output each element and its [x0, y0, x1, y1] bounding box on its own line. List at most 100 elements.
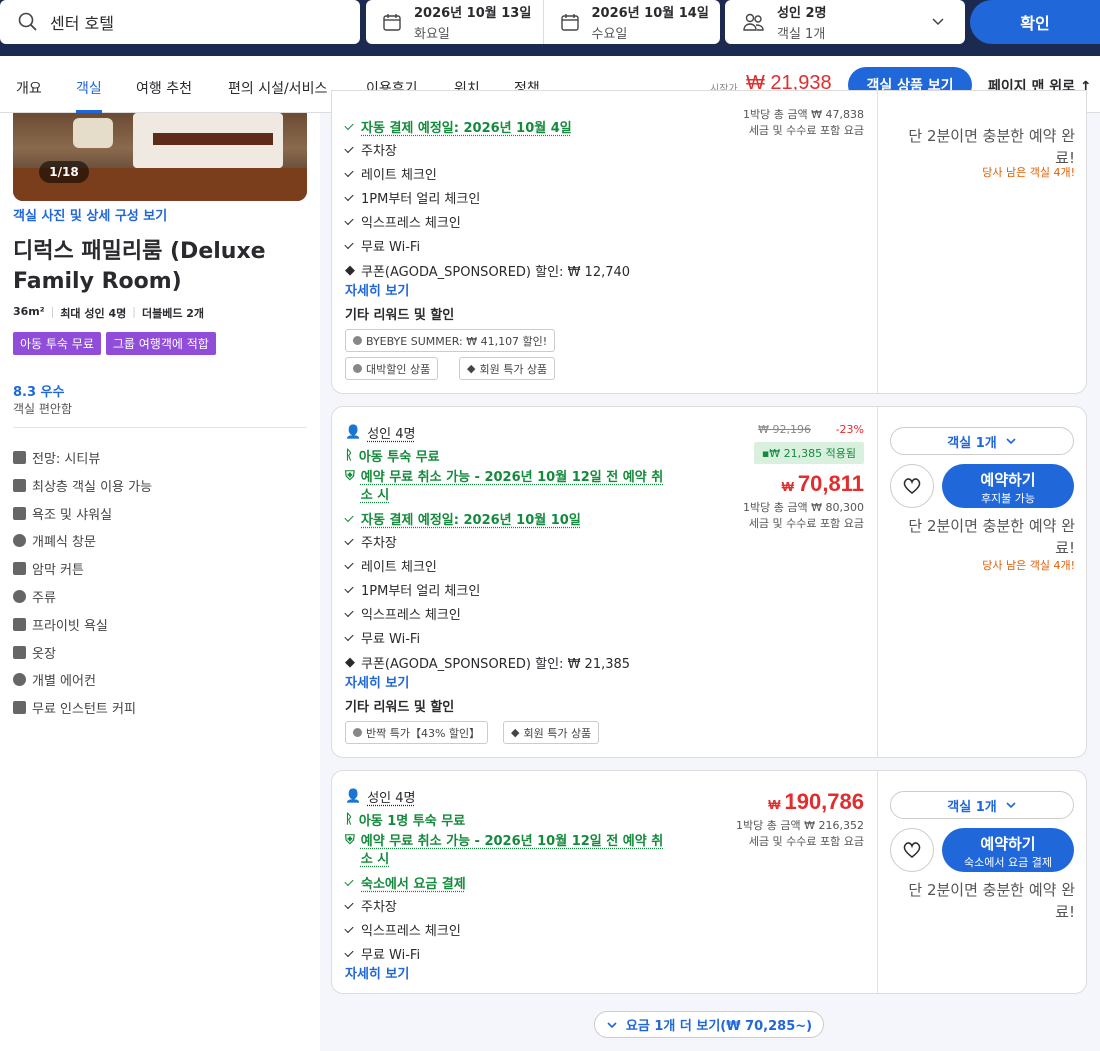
- checkin-date[interactable]: 2026년 10월 13일 화요일: [366, 0, 543, 44]
- tag-kids-free: 아동 투숙 무료: [13, 332, 101, 355]
- chevron-down-icon: [1006, 802, 1016, 809]
- amenity-item: 암막 커튼: [13, 559, 84, 578]
- free-cancellation: ⛨ 예약 무료 취소 가능 - 2026년 10월 12일 전 예약 취소 시: [345, 833, 664, 867]
- tag-icon: ◆: [511, 726, 520, 739]
- amenity-item: 개폐식 창문: [13, 531, 96, 550]
- feature-item: 레이트 체크인: [344, 556, 437, 575]
- promo-chip: 반짝 특가【43% 할인】: [345, 721, 489, 744]
- shower-icon: [13, 618, 26, 631]
- tab-overview[interactable]: 개요: [16, 56, 42, 113]
- heart-icon: [903, 842, 921, 858]
- calendar-icon: [383, 14, 401, 31]
- room-size: 36m²: [13, 305, 45, 318]
- amenity-item: 전망: 시티뷰: [13, 448, 100, 467]
- room-tags: 아동 투숙 무료 그룹 여행객에 적합: [13, 332, 216, 355]
- price-details: 1박당 총 금액 ₩ 47,838 세금 및 수수료 포함 요금: [743, 108, 864, 137]
- tab-rooms[interactable]: 객실: [76, 56, 102, 113]
- promo-header: 기타 리워드 및 할인: [345, 308, 455, 323]
- chevron-down-icon: [932, 18, 944, 26]
- auto-pay-date: 자동 결제 예정일: 2026년 10월 10일: [344, 509, 581, 528]
- confirm-button[interactable]: 확인: [970, 0, 1100, 44]
- guest-selector[interactable]: 성인 2명 객실 1개: [725, 0, 965, 44]
- details-link[interactable]: 자세히 보기: [345, 963, 409, 982]
- more-rates-label: 요금 1개 더 보기(₩ 70,285~): [625, 1019, 813, 1034]
- more-rates-button[interactable]: 요금 1개 더 보기(₩ 70,285~): [594, 1011, 824, 1038]
- badge-icon: [353, 336, 362, 345]
- coffee-icon: [13, 701, 26, 714]
- promo-chip: ◆ 회원 특가 상품: [503, 721, 600, 744]
- price-details: 1박당 총 금액 ₩ 216,352 세금 및 수수료 포함 요금: [736, 819, 864, 848]
- amenity-item: 프라이빗 욕실: [13, 615, 108, 634]
- offer-card-2: 👤 성인 4명 ᚱ 아동 투숙 무료 ⛨ 예약 무료 취소 가능 - 2026년 10…: [331, 406, 1087, 758]
- search-input[interactable]: 센터 호텔: [0, 0, 360, 44]
- heart-icon: [903, 478, 921, 494]
- search-icon: [18, 12, 37, 31]
- date-picker[interactable]: 2026년 10월 13일 화요일 2026년 10월 14일수요일: [366, 0, 720, 44]
- room-count-select[interactable]: 객실 1개: [890, 791, 1074, 819]
- checkout-date-text: 2026년 10월 14일: [591, 6, 709, 21]
- rooms-left-note: 당사 남은 객실 4개!: [982, 559, 1075, 572]
- badge-icon: [353, 364, 362, 373]
- price-details: 1박당 총 금액 ₩ 80,300 세금 및 수수료 포함 요금: [743, 501, 864, 530]
- promo-header: 기타 리워드 및 할인: [345, 700, 455, 715]
- amenity-item: 옷장: [13, 643, 56, 662]
- coupon-applied-badge: ▪ ₩ 21,385 적용됨: [753, 442, 864, 464]
- pay-at-hotel: 숙소에서 요금 결제: [344, 873, 466, 892]
- availability-note: 단 2분이면 충분한 예약 완료!: [908, 127, 1075, 167]
- person-icon: 👤: [345, 425, 362, 440]
- feature-item: 주차장: [344, 140, 397, 159]
- room-info-panel: 1/18 객실 사진 및 상세 구성 보기 디럭스 패밀리룸 (Deluxe F…: [0, 113, 320, 1051]
- shield-icon: ⛨: [345, 469, 355, 484]
- feature-item: 익스프레스 체크인: [344, 920, 461, 939]
- auto-pay-date: 자동 결제 예정일: 2026년 10월 4일: [344, 117, 572, 136]
- feature-item: 무료 Wi-Fi: [344, 628, 420, 647]
- room-specs: 36m² | 최대 성인 4명 | 더블베드 2개: [13, 305, 205, 320]
- room-beds: 더블베드 2개: [141, 307, 205, 320]
- details-link[interactable]: 자세히 보기: [345, 672, 409, 691]
- availability-note: 단 2분이면 충분한 예약 완료!: [908, 517, 1075, 557]
- final-price: ₩70,811: [781, 471, 864, 496]
- check-circle-icon: [13, 590, 26, 603]
- check-circle-icon: [13, 534, 26, 547]
- photo-counter: 1/18: [39, 161, 89, 183]
- free-cancellation: ⛨ 예약 무료 취소 가능 - 2026년 10월 12일 전 예약 취소 시: [345, 469, 664, 503]
- feature-item: 익스프레스 체크인: [344, 212, 461, 231]
- divider: [13, 427, 307, 428]
- book-button[interactable]: 예약하기 숙소에서 요금 결제: [942, 828, 1074, 872]
- occupancy: 👤 성인 4명: [345, 789, 416, 806]
- room-photo[interactable]: 1/18: [13, 113, 307, 201]
- building-icon: [13, 479, 26, 492]
- tag-icon: ◆: [345, 263, 355, 278]
- offer-card-1: 자동 결제 예정일: 2026년 10월 4일 주차장 레이트 체크인 1PM부…: [331, 90, 1087, 394]
- checkin-date-text: 2026년 10월 13일: [414, 6, 532, 21]
- checkout-day-text: 수요일: [591, 27, 628, 42]
- room-title: 디럭스 패밀리룸 (Deluxe Family Room): [13, 239, 266, 294]
- feature-item: 주차장: [344, 896, 397, 915]
- badge-icon: [353, 728, 362, 737]
- book-button[interactable]: 예약하기 후지불 가능: [942, 464, 1074, 508]
- promo-chip: BYEBYE SUMMER: ₩ 41,107 할인!: [345, 329, 556, 352]
- curtain-icon: [13, 562, 26, 575]
- details-link[interactable]: 자세히 보기: [345, 280, 409, 299]
- save-favorite-button[interactable]: [890, 828, 934, 872]
- child-free: ᚱ 아동 투숙 무료: [345, 448, 440, 465]
- room-photos-link[interactable]: 객실 사진 및 상세 구성 보기: [13, 205, 167, 224]
- tab-travel-tips[interactable]: 여행 추천: [136, 56, 192, 113]
- promo-chip: 대박할인 상품: [345, 357, 439, 380]
- save-favorite-button[interactable]: [890, 464, 934, 508]
- chevron-down-icon: [1006, 438, 1016, 445]
- child-free: ᚱ 아동 1명 투숙 무료: [345, 812, 466, 829]
- amenity-item: 무료 인스턴트 커피: [13, 698, 136, 717]
- guest-adults: 성인 2명: [777, 6, 827, 21]
- child-icon: ᚱ: [345, 812, 353, 827]
- offer-card-3: 👤 성인 4명 ᚱ 아동 1명 투숙 무료 ⛨ 예약 무료 취소 가능 - 2026년…: [331, 770, 1087, 994]
- coupon-discount: ◆ 쿠폰(AGODA_SPONSORED) 할인: ₩ 12,740: [345, 263, 631, 280]
- tab-facilities[interactable]: 편의 시설/서비스: [228, 56, 327, 113]
- checkout-date[interactable]: 2026년 10월 14일수요일: [542, 0, 721, 44]
- room-count-select[interactable]: 객실 1개: [890, 427, 1074, 455]
- wardrobe-icon: [13, 646, 26, 659]
- discount-percent: -23%: [835, 423, 864, 436]
- check-circle-icon: [13, 673, 26, 686]
- child-icon: ᚱ: [345, 448, 353, 463]
- view-icon: [13, 451, 26, 464]
